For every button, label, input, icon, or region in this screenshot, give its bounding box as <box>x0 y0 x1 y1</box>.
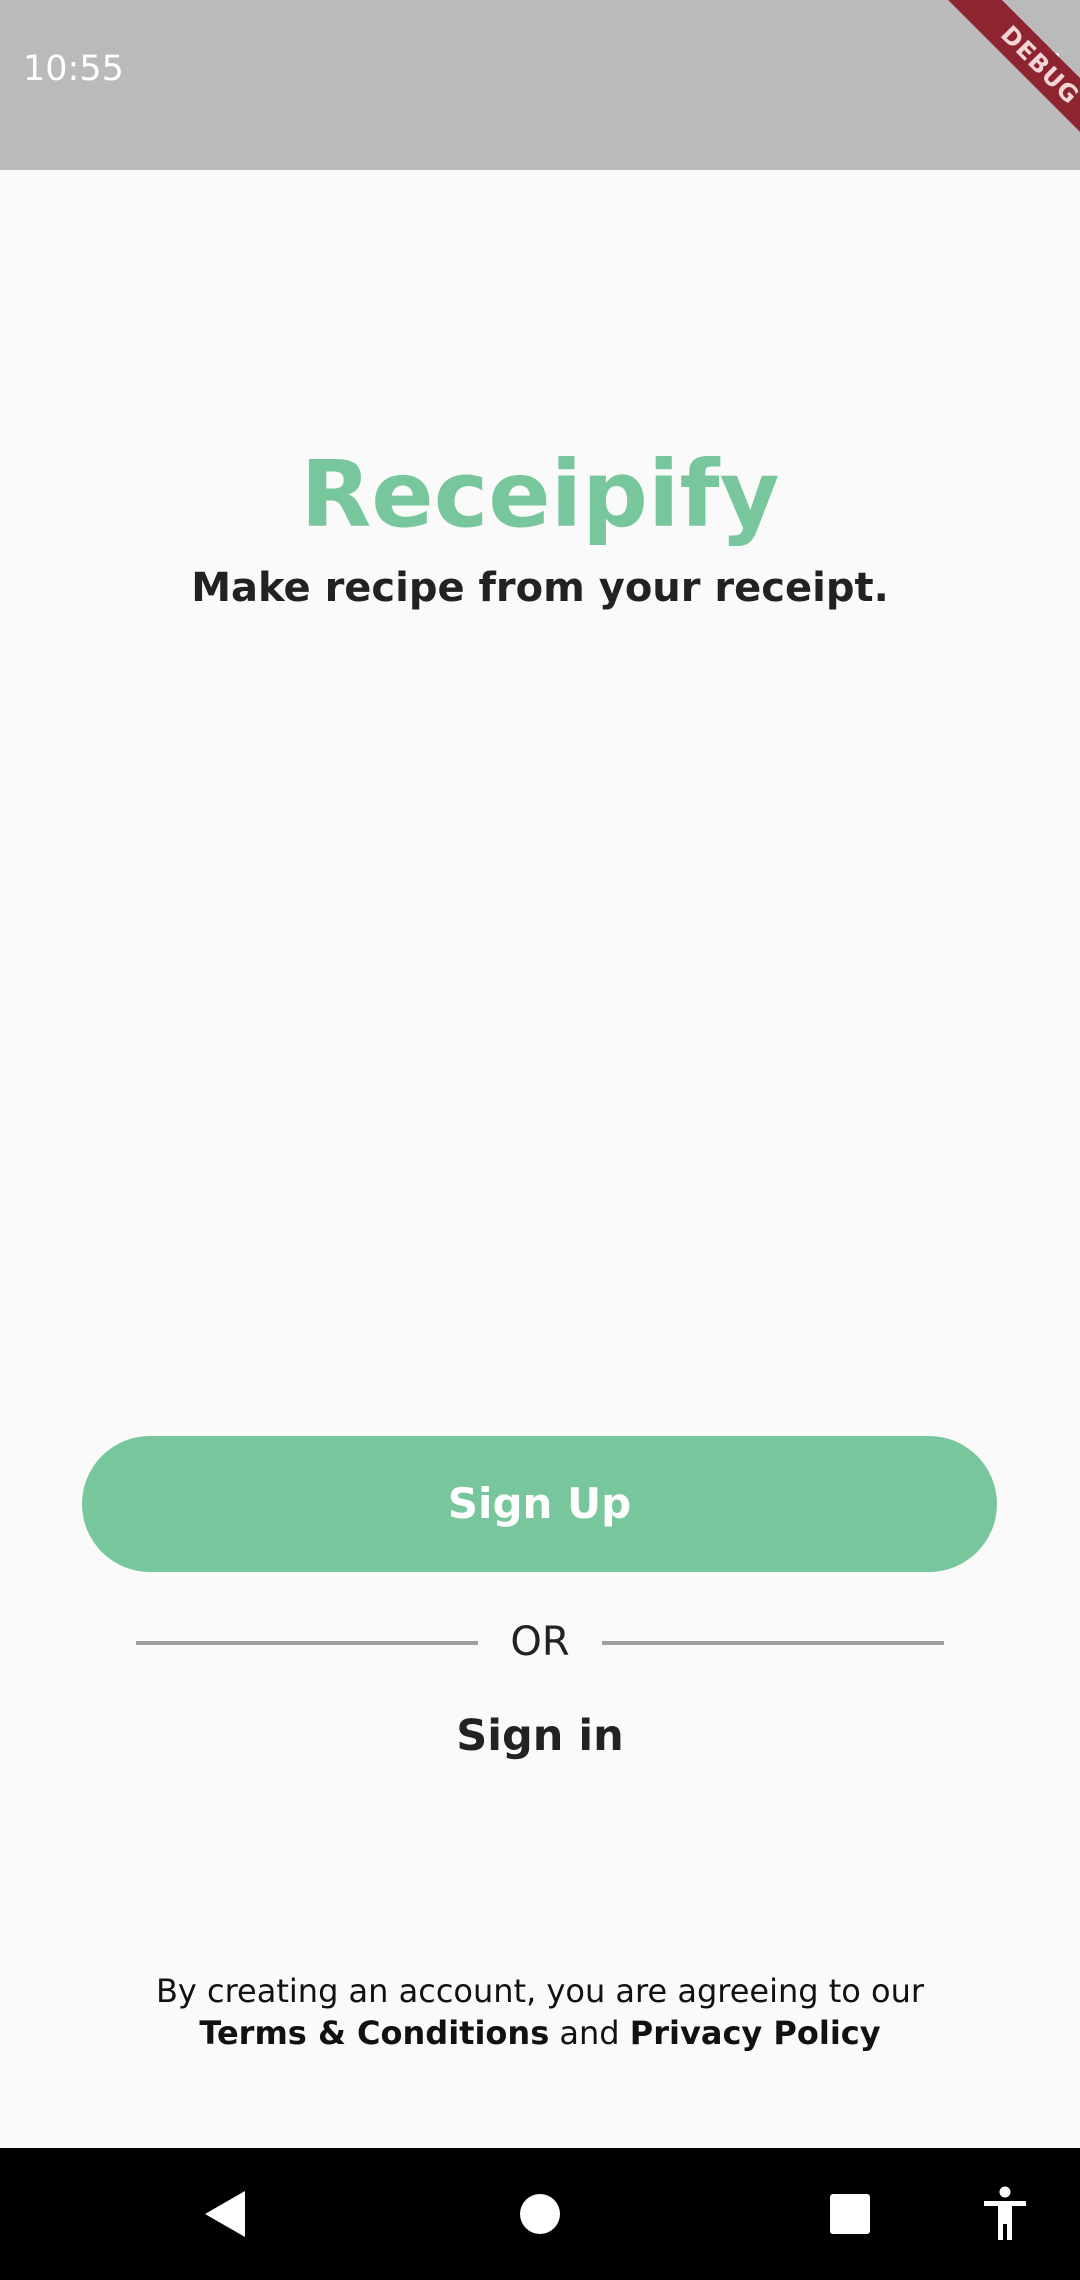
or-divider: OR <box>136 1614 944 1670</box>
home-icon[interactable] <box>495 2148 585 2280</box>
app-title: Receipify <box>300 441 780 548</box>
signin-link[interactable]: Sign in <box>390 1706 690 1766</box>
privacy-link[interactable]: Privacy Policy <box>630 2014 881 2052</box>
app-tagline: Make recipe from your receipt. <box>191 565 889 611</box>
accessibility-icon[interactable] <box>960 2148 1050 2280</box>
debug-banner: DEBUG <box>941 0 1080 164</box>
legal-line-1: By creating an account, you are agreeing… <box>155 1972 925 2010</box>
legal-line-2: Terms & Conditions and Privacy Policy <box>0 2012 1080 2054</box>
legal-notice: By creating an account, you are agreeing… <box>0 1970 1080 2054</box>
signup-button[interactable]: Sign Up <box>82 1436 997 1572</box>
terms-link[interactable]: Terms & Conditions <box>199 2014 549 2052</box>
divider-line-right <box>602 1641 944 1645</box>
back-icon[interactable] <box>180 2148 270 2280</box>
or-label: OR <box>510 1619 570 1665</box>
status-time: 10:55 <box>23 49 124 89</box>
recents-icon[interactable] <box>805 2148 895 2280</box>
legal-and: and <box>559 2014 620 2052</box>
divider-line-left <box>136 1641 478 1645</box>
status-bar: 10:55 DEBUG <box>0 0 1080 170</box>
navigation-bar <box>0 2148 1080 2280</box>
